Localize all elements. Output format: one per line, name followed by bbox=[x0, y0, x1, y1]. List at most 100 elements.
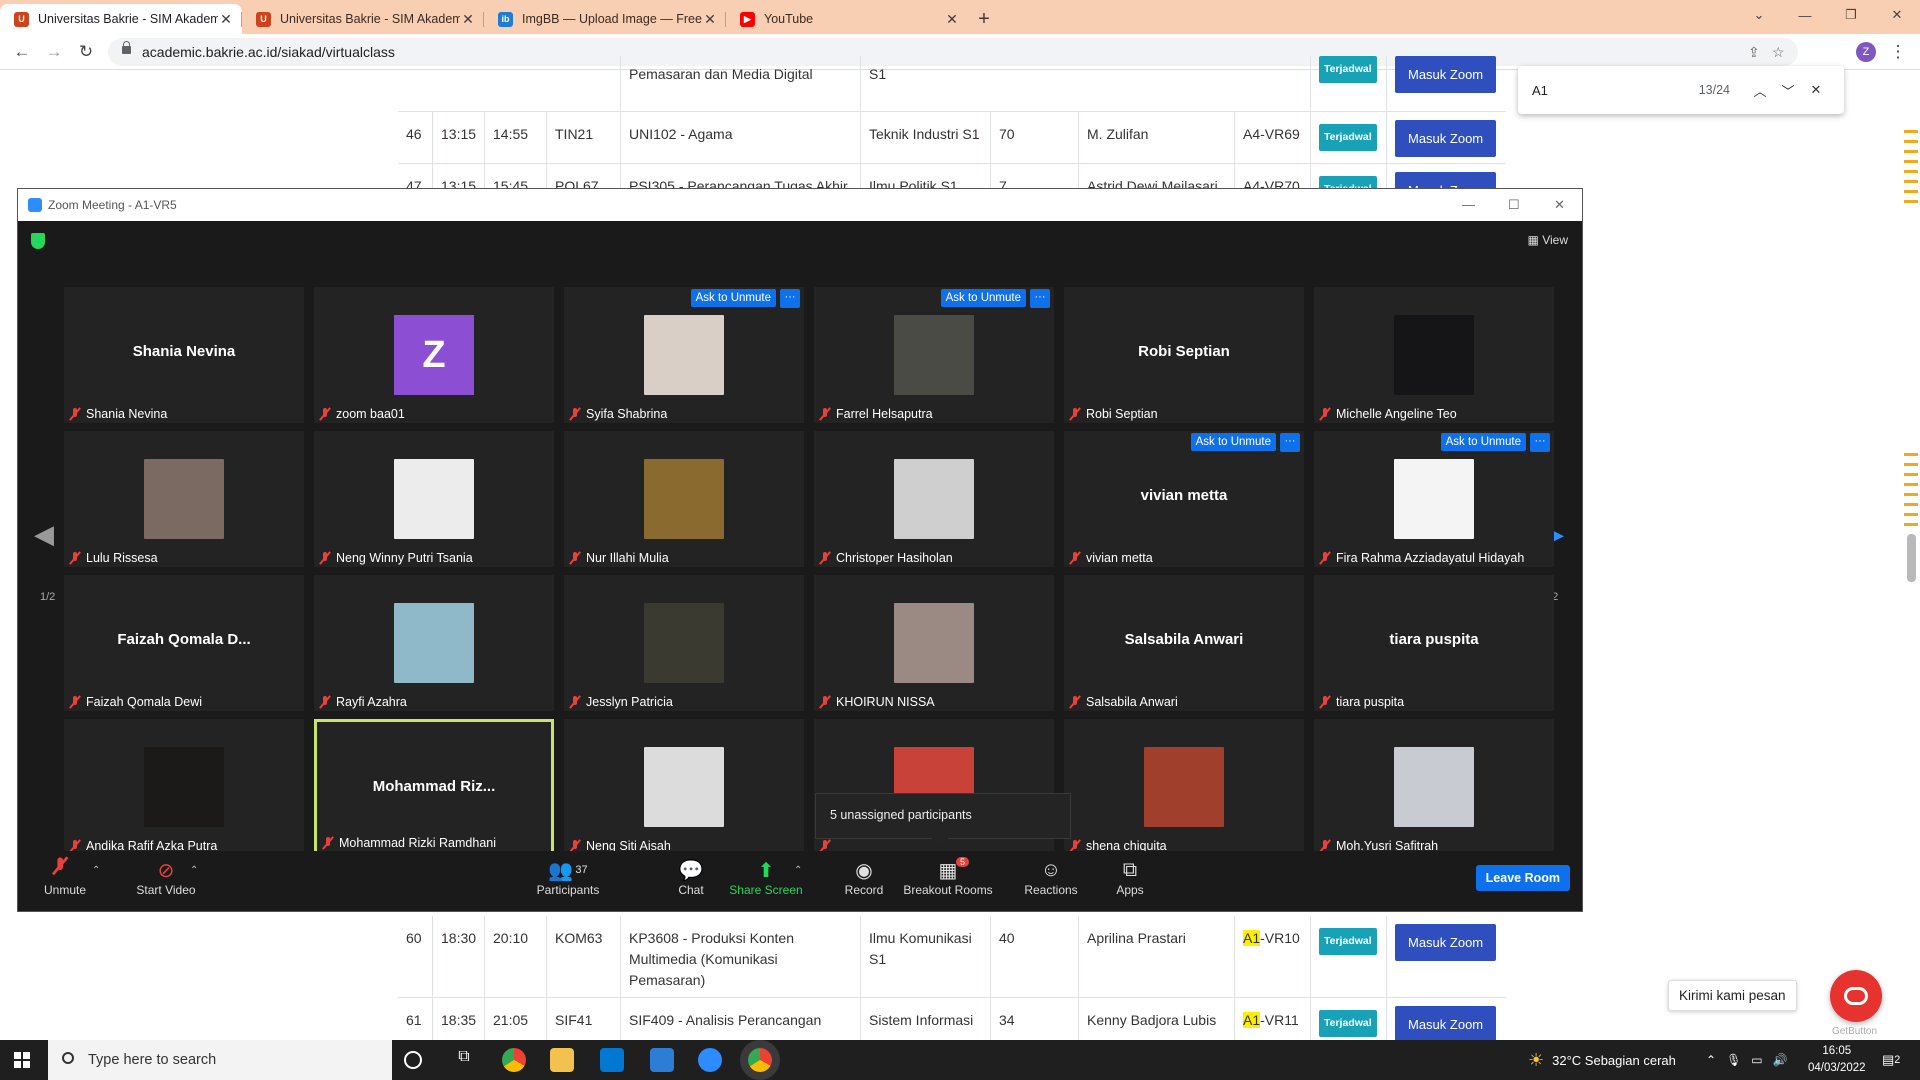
notification-center-icon[interactable]: ▤ 2 bbox=[1882, 1040, 1900, 1080]
tab-2[interactable]: ib ImgBB — Upload Image — Free ✕ bbox=[484, 4, 726, 34]
find-next-icon[interactable]: ﹀ bbox=[1774, 81, 1802, 100]
participant-tile[interactable]: Michelle Angeline Teo bbox=[1314, 287, 1554, 423]
forward-icon[interactable]: → bbox=[42, 40, 66, 64]
taskbar-search-box[interactable]: Type here to search bbox=[48, 1040, 392, 1080]
zoom-close-button[interactable]: ✕ bbox=[1554, 197, 1565, 213]
participant-tile[interactable]: shena chiquita bbox=[1064, 719, 1304, 855]
profile-avatar[interactable]: Z bbox=[1856, 42, 1876, 62]
find-close-icon[interactable]: ✕ bbox=[1802, 82, 1830, 98]
volume-icon[interactable]: 🔊 bbox=[1773, 1053, 1788, 1067]
mic-muted-icon bbox=[318, 407, 332, 421]
share-options-caret-icon[interactable]: ⌃ bbox=[794, 865, 802, 876]
cortana-icon[interactable] bbox=[404, 1051, 422, 1069]
reload-icon[interactable]: ↻ bbox=[74, 40, 98, 64]
apps-button[interactable]: ⧉ Apps bbox=[1108, 857, 1152, 898]
chat-widget-button[interactable] bbox=[1830, 970, 1882, 1022]
file-explorer-icon[interactable] bbox=[550, 1048, 574, 1072]
participant-tile[interactable]: Jesslyn Patricia bbox=[564, 575, 804, 711]
weather-widget[interactable]: ☀ 32°C Sebagian cerah bbox=[1528, 1040, 1676, 1080]
zoom-maximize-button[interactable]: ☐ bbox=[1508, 197, 1520, 213]
chat-button[interactable]: 💬 Chat bbox=[666, 857, 716, 898]
participant-tile[interactable]: vivian metta Ask to Unmute ··· vivian metta bbox=[1064, 431, 1304, 567]
participant-tile[interactable]: Nur Illahi Mulia bbox=[564, 431, 804, 567]
find-input[interactable]: A1 bbox=[1532, 83, 1699, 98]
participant-tile[interactable]: Lulu Rissesa bbox=[64, 431, 304, 567]
close-window-button[interactable]: ✕ bbox=[1874, 0, 1920, 30]
share-screen-button[interactable]: ⬆ Share Screen bbox=[726, 857, 806, 898]
microphone-icon[interactable]: 🎙 bbox=[1726, 1053, 1741, 1067]
more-options-button[interactable]: ··· bbox=[1030, 289, 1050, 308]
task-view-icon[interactable]: ⧉ bbox=[452, 1048, 476, 1072]
unmute-button[interactable]: Unmute bbox=[40, 857, 90, 897]
participant-tile[interactable]: Ask to Unmute ··· Farrel Helsaputra bbox=[814, 287, 1054, 423]
chrome-profile-icon[interactable] bbox=[748, 1048, 772, 1072]
taskbar-clock[interactable]: 16:05 04/03/2022 bbox=[1808, 1043, 1866, 1077]
participant-tile[interactable]: Neng Siti Aisah bbox=[564, 719, 804, 855]
previous-page-arrow-icon[interactable]: ◀ bbox=[34, 519, 54, 550]
zoom-taskbar-icon[interactable] bbox=[698, 1048, 722, 1072]
start-video-button[interactable]: ⊘ Start Video bbox=[126, 857, 206, 898]
minimize-button[interactable]: — bbox=[1782, 0, 1828, 30]
restore-button[interactable]: ❐ bbox=[1828, 0, 1874, 30]
participant-tile[interactable]: tiara puspita tiara puspita bbox=[1314, 575, 1554, 711]
participant-tile[interactable]: Shania Nevina Shania Nevina bbox=[64, 287, 304, 423]
share-icon[interactable]: ⇪ bbox=[1748, 44, 1760, 61]
participant-tile[interactable]: Rayfi Azahra bbox=[314, 575, 554, 711]
close-tab-icon[interactable]: ✕ bbox=[218, 11, 234, 28]
breakout-rooms-button[interactable]: ▦ 5 Breakout Rooms bbox=[898, 857, 998, 897]
participant-tile[interactable]: Christoper Hasiholan bbox=[814, 431, 1054, 567]
participant-tile[interactable]: Mohammad Riz... Mohammad Rizki Ramdhani bbox=[314, 719, 554, 855]
ask-to-unmute-button[interactable]: Ask to Unmute bbox=[690, 289, 776, 307]
encryption-shield-icon[interactable] bbox=[31, 233, 45, 249]
record-button[interactable]: ◉ Record bbox=[834, 857, 894, 898]
view-button[interactable]: ▦ View bbox=[1528, 233, 1568, 247]
close-tab-icon[interactable]: ✕ bbox=[944, 11, 960, 28]
more-options-button[interactable]: ··· bbox=[780, 289, 800, 308]
tab-1[interactable]: U Universitas Bakrie - SIM Akadem ✕ bbox=[242, 4, 484, 34]
participant-tile[interactable]: Ask to Unmute ··· Fira Rahma Azziadayatul … bbox=[1314, 431, 1554, 567]
participant-tile[interactable]: KHOIRUN NISSA bbox=[814, 575, 1054, 711]
ask-to-unmute-button[interactable]: Ask to Unmute bbox=[1440, 433, 1526, 451]
mail-icon[interactable] bbox=[650, 1048, 674, 1072]
close-tab-icon[interactable]: ✕ bbox=[702, 11, 718, 28]
back-icon[interactable]: ← bbox=[10, 40, 34, 64]
show-hidden-icons-icon[interactable]: ⌃ bbox=[1706, 1053, 1716, 1067]
participant-tile[interactable]: Moh.Yusri Safitrah bbox=[1314, 719, 1554, 855]
participant-tile[interactable]: Salsabila Anwari Salsabila Anwari bbox=[1064, 575, 1304, 711]
chrome-icon[interactable] bbox=[502, 1048, 526, 1072]
chat-widget-message[interactable]: Kirimi kami pesan bbox=[1668, 980, 1797, 1011]
participant-tile[interactable]: Ask to Unmute ··· Syifa Shabrina bbox=[564, 287, 804, 423]
leave-room-button[interactable]: Leave Room bbox=[1475, 865, 1570, 891]
network-icon[interactable]: ▭ bbox=[1751, 1053, 1762, 1067]
tab-3[interactable]: ▶ YouTube ✕ bbox=[726, 4, 968, 34]
reactions-button[interactable]: ☺ Reactions bbox=[1018, 857, 1084, 898]
microsoft-store-icon[interactable] bbox=[600, 1048, 624, 1072]
tab-0[interactable]: U Universitas Bakrie - SIM Akadem ✕ bbox=[0, 4, 242, 34]
page-scrollbar[interactable] bbox=[1907, 534, 1916, 582]
ask-to-unmute-button[interactable]: Ask to Unmute bbox=[940, 289, 1026, 307]
menu-kebab-icon[interactable]: ⋮ bbox=[1886, 40, 1910, 64]
windows-start-icon[interactable] bbox=[14, 1052, 30, 1068]
find-previous-icon[interactable]: ︿ bbox=[1746, 81, 1774, 100]
audio-options-caret-icon[interactable]: ⌃ bbox=[92, 865, 100, 876]
bookmark-star-icon[interactable]: ☆ bbox=[1772, 44, 1785, 61]
participant-tile[interactable]: Neng Winny Putri Tsania bbox=[314, 431, 554, 567]
tab-search-icon[interactable]: ⌄ bbox=[1736, 0, 1782, 30]
new-tab-button[interactable]: + bbox=[968, 4, 1000, 34]
join-zoom-button[interactable]: Masuk Zoom bbox=[1395, 1006, 1497, 1043]
participant-tile[interactable]: Faizah Qomala D... Faizah Qomala Dewi bbox=[64, 575, 304, 711]
zoom-minimize-button[interactable]: — bbox=[1462, 197, 1475, 212]
close-tab-icon[interactable]: ✕ bbox=[460, 11, 476, 28]
more-options-button[interactable]: ··· bbox=[1280, 433, 1300, 452]
join-zoom-button[interactable]: Masuk Zoom bbox=[1395, 924, 1497, 961]
participant-tile[interactable]: Zzoom baa01 bbox=[314, 287, 554, 423]
ask-to-unmute-button[interactable]: Ask to Unmute bbox=[1190, 433, 1276, 451]
participants-button[interactable]: 👥 37 Participants bbox=[532, 857, 604, 898]
join-zoom-button[interactable]: Masuk Zoom bbox=[1395, 120, 1497, 157]
participant-tile[interactable]: Robi Septian Robi Septian bbox=[1064, 287, 1304, 423]
join-zoom-button[interactable]: Masuk Zoom bbox=[1395, 56, 1497, 93]
system-tray-icons[interactable]: ⌃ 🎙 ▭ 🔊 bbox=[1706, 1040, 1788, 1080]
video-options-caret-icon[interactable]: ⌃ bbox=[190, 865, 198, 876]
more-options-button[interactable]: ··· bbox=[1530, 433, 1550, 452]
participant-tile[interactable]: Andika Rafif Azka Putra bbox=[64, 719, 304, 855]
